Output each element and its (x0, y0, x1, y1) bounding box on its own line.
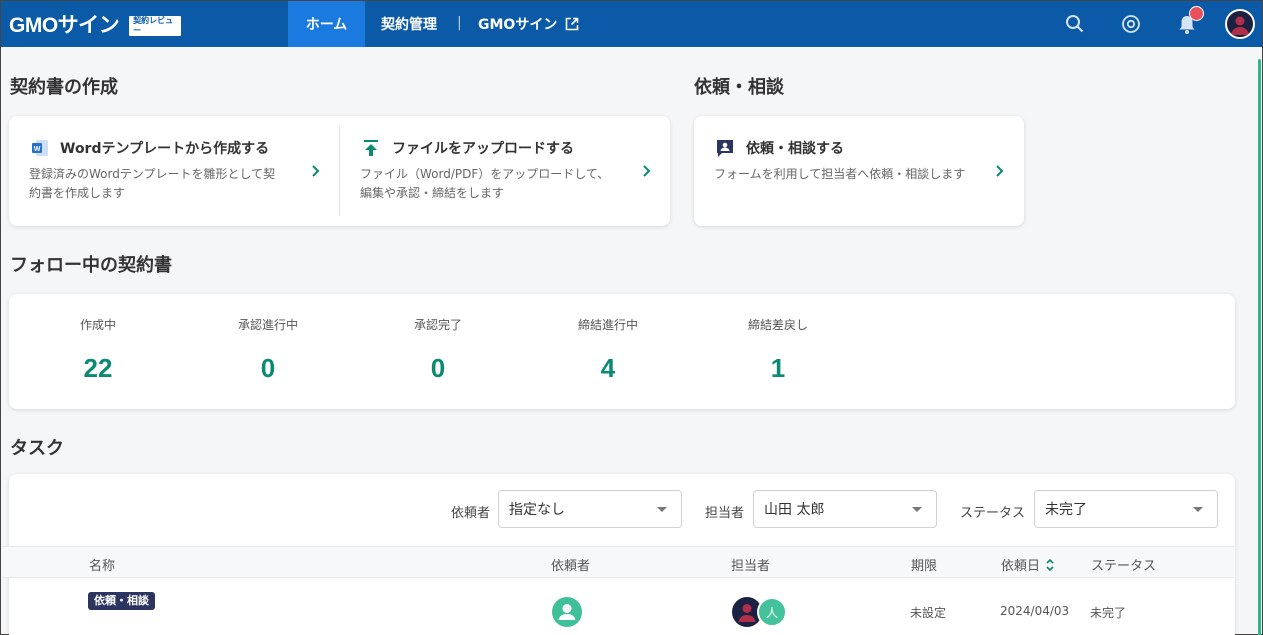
notification-badge (1189, 6, 1204, 21)
mention-icon[interactable] (1120, 13, 1142, 35)
caret-down-icon (1193, 507, 1203, 512)
filter-status-value: 未完了 (1045, 502, 1087, 518)
assignee-initial-avatar: 人 (757, 597, 787, 627)
stat-label: 締結差戻し (747, 318, 808, 332)
stat-value: 4 (600, 353, 616, 383)
col-status: ステータス (1091, 559, 1157, 574)
stat-drafting[interactable]: 作成中 22 (13, 316, 183, 384)
task-type-tag: 依頼・相談 (88, 592, 155, 610)
user-icon (1231, 16, 1249, 35)
row-deadline: 未設定 (910, 606, 947, 620)
upload-file-title: ファイルをアップロードする (392, 141, 574, 157)
caret-down-icon (912, 507, 922, 512)
scrollbar[interactable] (1258, 59, 1261, 635)
col-requested-date[interactable]: 依頼日 (1001, 555, 1055, 574)
request-card[interactable]: 依頼・相談する フォームを利用して担当者へ依頼・相談します (694, 116, 1024, 226)
filter-requester-value: 指定なし (509, 502, 565, 518)
filter-status-label: ステータス (960, 506, 1026, 521)
stat-signing-returned[interactable]: 締結差戻し 1 (693, 316, 863, 384)
stat-value: 22 (83, 353, 113, 383)
stat-label: 承認進行中 (237, 318, 298, 332)
upload-file-desc-line1: ファイル（Word/PDF）をアップロードして、 (360, 167, 610, 181)
user-avatar[interactable] (1225, 9, 1255, 39)
caret-down-icon (657, 507, 667, 512)
stat-label: 作成中 (79, 318, 116, 332)
nav-tab-home[interactable]: ホーム (288, 1, 365, 47)
chevron-right-icon (996, 165, 1004, 177)
table-header: 名称 依頼者 担当者 期限 依頼日 ステータス (2, 546, 1234, 578)
stat-label: 締結進行中 (577, 318, 638, 332)
requester-avatar (552, 597, 582, 627)
upload-file-desc-line2: 編集や承認・締結をします (360, 186, 505, 200)
nav-link-gmosign[interactable]: GMOサイン (478, 1, 579, 47)
word-template-title: Wordテンプレートから作成する (60, 141, 270, 157)
create-card: W Wordテンプレートから作成する 登録済みのWordテンプレートを雛形として… (9, 116, 670, 226)
word-icon: W (32, 140, 48, 156)
request-card-desc: フォームを利用して担当者へ依頼・相談します (714, 167, 966, 181)
col-assignee: 担当者 (731, 559, 771, 574)
chevron-right-icon (643, 165, 651, 177)
section-title-follow: フォロー中の契約書 (10, 255, 172, 276)
filter-requester-label: 依頼者 (451, 506, 491, 521)
stat-approval-complete[interactable]: 承認完了 0 (353, 316, 523, 384)
external-link-icon (566, 17, 579, 31)
row-status: 未完了 (1090, 606, 1127, 620)
word-template-action[interactable]: W Wordテンプレートから作成する 登録済みのWordテンプレートを雛形として… (9, 116, 339, 226)
word-template-desc-line2: 約書を作成します (29, 186, 126, 200)
sort-icon (1046, 558, 1054, 571)
section-title-tasks: タスク (10, 438, 64, 459)
logo[interactable]: GMOサイン 契約レビュー (9, 10, 182, 38)
col-name: 名称 (89, 559, 116, 574)
col-requester: 依頼者 (551, 559, 591, 574)
nav-link-gmosign-label: GMOサイン (478, 17, 558, 33)
filter-requester-select[interactable]: 指定なし (498, 490, 682, 528)
filter-assignee-value: 山田 太郎 (764, 502, 825, 518)
row-requested-date: 2024/04/03 (1000, 604, 1070, 618)
follow-stats-card: 作成中 22 承認進行中 0 承認完了 0 締結進行中 4 締結差戻し 1 (9, 294, 1235, 409)
upload-file-action[interactable]: ファイルをアップロードする ファイル（Word/PDF）をアップロードして、 編… (340, 116, 670, 226)
user-icon (558, 604, 576, 620)
filter-assignee-label: 担当者 (705, 506, 745, 521)
svg-text:W: W (34, 146, 41, 153)
stat-approval-in-progress[interactable]: 承認進行中 0 (183, 316, 353, 384)
stat-value: 0 (260, 353, 276, 383)
stat-label: 承認完了 (413, 318, 462, 332)
col-requested-date-label: 依頼日 (1001, 559, 1041, 574)
logo-text: GMOサイン (9, 14, 120, 37)
filter-status-select[interactable]: 未完了 (1034, 490, 1218, 528)
section-title-request: 依頼・相談 (694, 77, 784, 98)
nav-tab-contracts[interactable]: 契約管理 (381, 1, 437, 47)
app-header: GMOサイン 契約レビュー ホーム 契約管理 | GMOサイン (1, 1, 1262, 47)
nav-separator: | (457, 15, 462, 31)
col-deadline: 期限 (911, 559, 938, 574)
consult-icon (717, 140, 733, 157)
section-title-create: 契約書の作成 (10, 77, 118, 98)
product-badge: 契約レビュー (129, 15, 182, 36)
stat-value: 1 (770, 353, 786, 383)
upload-icon (364, 140, 378, 156)
request-card-title: 依頼・相談する (746, 141, 844, 157)
search-icon[interactable] (1064, 13, 1086, 35)
word-template-desc-line1: 登録済みのWordテンプレートを雛形として契 (29, 167, 276, 181)
stat-value: 0 (430, 353, 446, 383)
filter-assignee-select[interactable]: 山田 太郎 (753, 490, 937, 528)
chevron-right-icon (312, 165, 320, 177)
stat-signing-in-progress[interactable]: 締結進行中 4 (523, 316, 693, 384)
